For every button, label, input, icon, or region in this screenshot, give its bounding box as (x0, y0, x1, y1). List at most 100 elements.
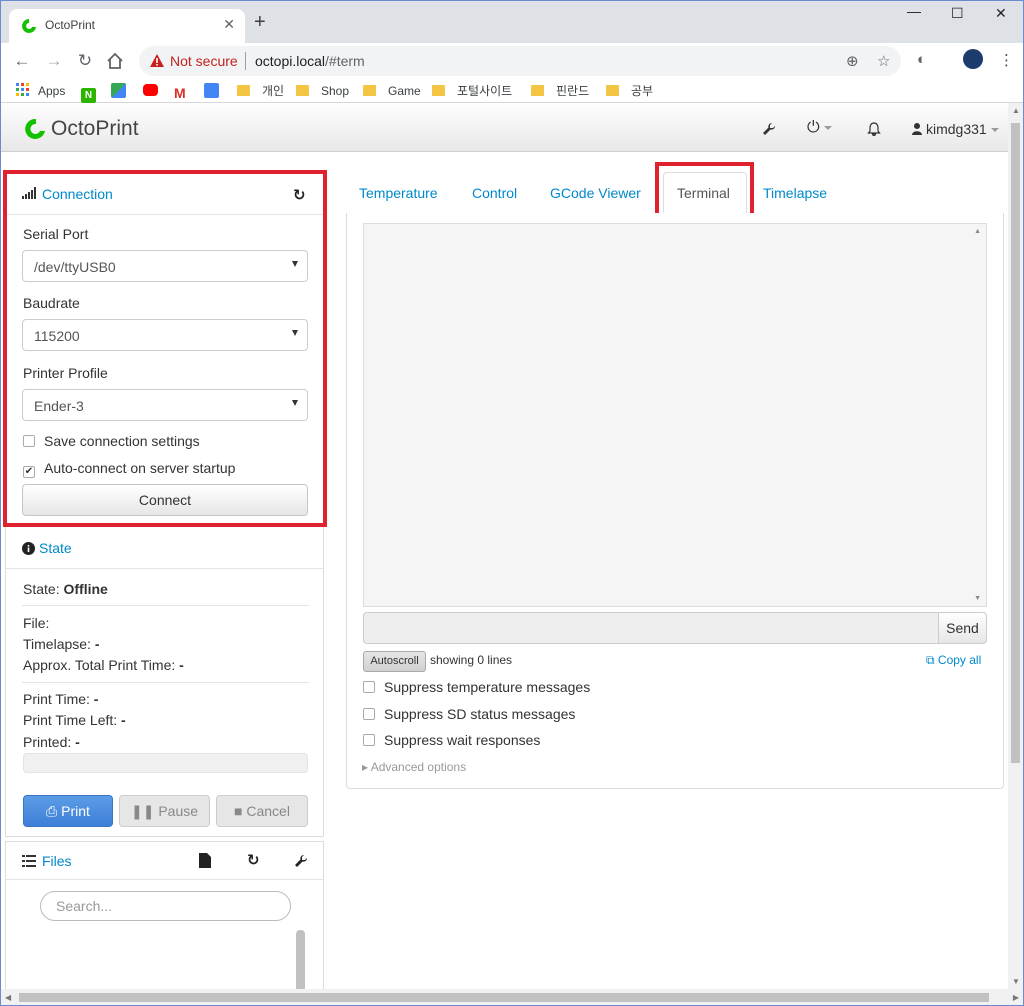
bookmark-folder-shop[interactable]: Shop (296, 83, 349, 99)
bookmark-maps[interactable] (111, 83, 126, 99)
refresh-icon[interactable]: ↻ (247, 851, 260, 869)
checkbox-box[interactable] (363, 681, 375, 693)
reload-icon[interactable]: ↻ (74, 50, 96, 72)
new-tab-button[interactable]: + (254, 12, 266, 32)
state-title: State (39, 540, 72, 556)
terminal-output[interactable]: ▲ ▼ (363, 223, 987, 607)
advanced-options-toggle[interactable]: ▸ Advanced options (362, 760, 466, 774)
wrench-icon[interactable] (762, 122, 776, 136)
scrollbar-thumb[interactable] (19, 993, 989, 1002)
bookmark-apps[interactable]: Apps (16, 83, 65, 99)
gmail-icon: M (174, 85, 186, 101)
octoprint-logo-icon[interactable] (23, 118, 47, 140)
send-button[interactable]: Send (938, 612, 987, 644)
checkbox-box[interactable] (363, 734, 375, 746)
octoprint-navbar: OctoPrint ⏻ kimdg331 (1, 103, 1009, 152)
bookmark-translate[interactable] (204, 83, 219, 99)
file-icon[interactable] (199, 853, 211, 868)
state-panel-header[interactable]: State (6, 527, 323, 569)
scroll-up-arrow-icon[interactable]: ▲ (1012, 106, 1020, 115)
files-search-input[interactable]: Search... (40, 891, 291, 921)
power-icon[interactable]: ⏻ (807, 119, 832, 137)
bookmark-folder-finland[interactable]: 핀란드 (531, 83, 589, 99)
files-panel: Files ↻ Search... (5, 841, 324, 992)
suppress-sd-checkbox[interactable]: Suppress SD status messages (363, 706, 575, 722)
print-progress-bar (23, 753, 308, 773)
page-vertical-scrollbar[interactable]: ▲ ▼ (1008, 103, 1023, 989)
extension-icon[interactable]: ◐ (917, 51, 926, 68)
bookmark-label: 개인 (262, 84, 285, 98)
scroll-down-arrow-icon[interactable]: ▼ (1012, 977, 1020, 986)
browser-tab-octoprint[interactable]: OctoPrint ✕ (9, 9, 245, 43)
maps-icon (111, 83, 126, 98)
page-horizontal-scrollbar[interactable]: ◀ ▶ (1, 989, 1023, 1005)
zoom-icon[interactable]: ⊕ (846, 52, 859, 70)
suppress-wait-checkbox[interactable]: Suppress wait responses (363, 732, 540, 748)
approx-time-line: Approx. Total Print Time: - (23, 657, 184, 673)
bookmark-folder-personal[interactable]: 개인 (237, 83, 284, 99)
file-label: File: (23, 615, 50, 631)
bookmark-label: Shop (321, 84, 350, 98)
not-secure-label[interactable]: Not secure (170, 53, 238, 69)
bookmark-gmail[interactable]: M (174, 83, 189, 101)
maximize-button[interactable]: ☐ (951, 5, 964, 22)
cancel-button[interactable]: ■ Cancel (216, 795, 308, 827)
tab-close-icon[interactable]: ✕ (223, 16, 235, 33)
checkbox-box[interactable] (363, 708, 375, 720)
bookmark-naver[interactable]: N (81, 83, 96, 103)
bookmark-label: Game (388, 84, 421, 98)
tab-temperature[interactable]: Temperature (359, 185, 438, 201)
printed-label: Printed: (23, 734, 72, 750)
pause-button[interactable]: ❚❚ Pause (119, 795, 210, 827)
timelapse-label: Timelapse: (23, 636, 91, 652)
wrench-icon[interactable] (294, 854, 308, 868)
folder-icon (296, 85, 309, 96)
tab-timelapse[interactable]: Timelapse (763, 185, 827, 201)
bookmark-folder-game[interactable]: Game (363, 83, 421, 99)
files-panel-header[interactable]: Files ↻ (6, 842, 323, 880)
pause-button-label: Pause (158, 803, 199, 819)
terminal-command-input[interactable] (363, 612, 939, 644)
scroll-left-arrow-icon[interactable]: ◀ (5, 993, 11, 1002)
address-bar[interactable]: Not secure octopi.local/#term ⊕ ☆ (139, 46, 901, 76)
divider (22, 682, 309, 683)
folder-icon (237, 85, 250, 96)
scroll-right-arrow-icon[interactable]: ▶ (1013, 993, 1019, 1002)
minimize-button[interactable]: — (907, 3, 921, 19)
forward-arrow-icon[interactable]: → (43, 50, 65, 72)
tab-control[interactable]: Control (472, 185, 517, 201)
tab-title: OctoPrint (45, 18, 96, 32)
copy-all-link[interactable]: ⧉ Copy all (926, 653, 981, 668)
bookmark-youtube[interactable] (143, 83, 158, 99)
files-scrollbar[interactable] (296, 930, 305, 992)
bell-icon[interactable] (867, 122, 881, 136)
brand-title[interactable]: OctoPrint (51, 117, 139, 141)
print-button[interactable]: ⎙ Print (23, 795, 113, 827)
menu-dots-icon[interactable]: ⋮ (999, 51, 1014, 69)
home-icon[interactable] (106, 52, 124, 70)
scroll-up-arrow-icon[interactable]: ▲ (974, 228, 981, 235)
suppress-temperature-checkbox[interactable]: Suppress temperature messages (363, 679, 590, 695)
caret-down-icon (990, 128, 999, 132)
info-icon (22, 542, 35, 555)
autoscroll-button[interactable]: Autoscroll (363, 651, 426, 672)
translate-icon (204, 83, 219, 98)
printer-icon: ⎙ (46, 803, 62, 819)
url-text[interactable]: octopi.local/#term (255, 53, 365, 69)
print-button-label: Print (61, 803, 90, 819)
back-arrow-icon[interactable]: ← (11, 50, 33, 72)
tab-gcode-viewer[interactable]: GCode Viewer (550, 185, 641, 201)
cancel-button-label: Cancel (246, 803, 290, 819)
bookmark-folder-portal[interactable]: 포털사이트 (432, 83, 512, 99)
checkbox-label: Suppress temperature messages (384, 679, 591, 695)
bookmark-star-icon[interactable]: ☆ (877, 52, 890, 70)
scroll-down-arrow-icon[interactable]: ▼ (974, 595, 981, 602)
user-menu[interactable]: kimdg331 (912, 121, 999, 137)
youtube-icon (143, 84, 158, 96)
folder-icon (363, 85, 376, 96)
profile-avatar[interactable] (963, 49, 983, 69)
scrollbar-thumb[interactable] (1011, 123, 1020, 763)
close-window-button[interactable]: ✕ (995, 5, 1007, 22)
bookmark-folder-study[interactable]: 공부 (606, 83, 653, 99)
copy-icon: ⧉ (926, 653, 938, 667)
